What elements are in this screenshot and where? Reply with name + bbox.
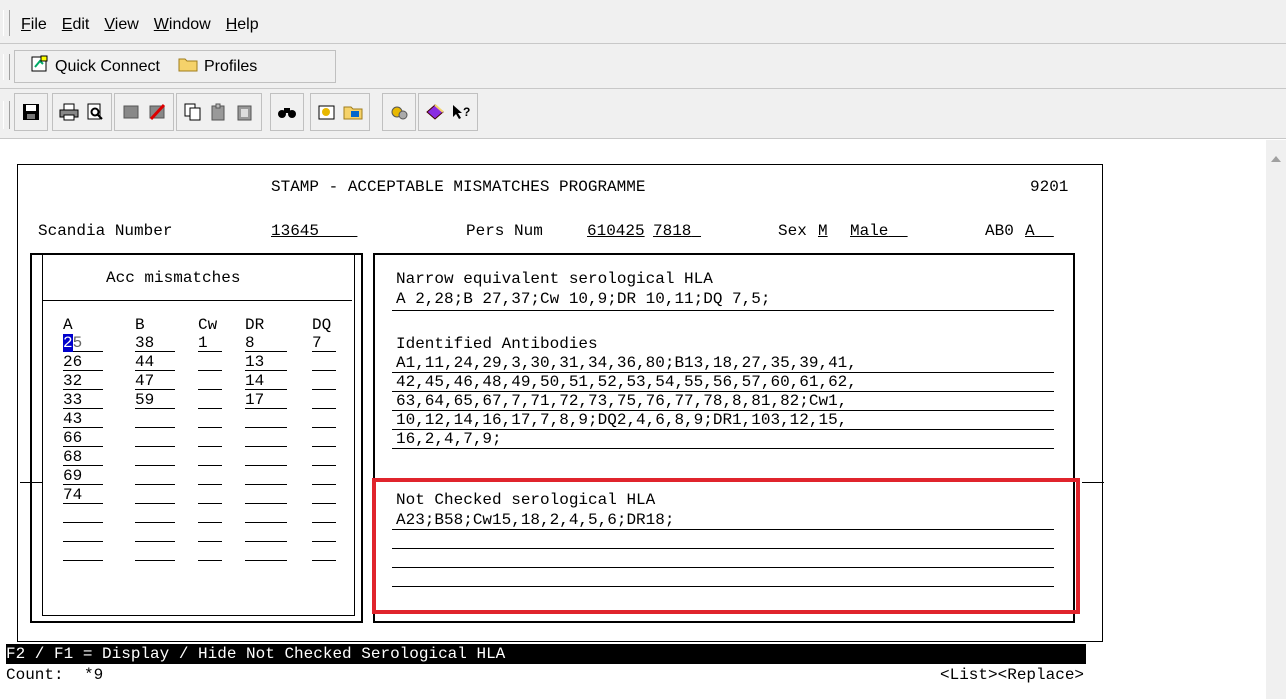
- settings-icon[interactable]: [317, 102, 337, 122]
- acc-cell[interactable]: 47: [135, 372, 154, 390]
- acc-cell[interactable]: 33: [63, 391, 82, 409]
- count-value: *9: [84, 666, 104, 684]
- acc-cell[interactable]: 74: [63, 486, 82, 504]
- menu-view[interactable]: View: [104, 16, 138, 34]
- connection-bar: Quick Connect Profiles: [0, 44, 1286, 89]
- count-label: Count:: [6, 666, 64, 684]
- not-checked-title: Not Checked serological HLA: [396, 491, 656, 509]
- toolbar-group-tools: [382, 93, 416, 131]
- quick-connect-icon: [31, 55, 49, 78]
- menu-edit[interactable]: Edit: [62, 16, 90, 34]
- sex-label: Sex: [778, 222, 807, 240]
- acc-cell[interactable]: 44: [135, 353, 154, 371]
- acc-cell[interactable]: 13: [245, 353, 264, 371]
- antibody-line[interactable]: 63,64,65,67,7,71,72,73,75,76,77,78,8,81,…: [396, 392, 847, 410]
- toolbar: ?: [0, 89, 1286, 139]
- profiles-button[interactable]: Profiles: [178, 56, 257, 77]
- print-icon[interactable]: [59, 102, 79, 122]
- paste-icon[interactable]: [209, 102, 229, 122]
- acc-cell[interactable]: 14: [245, 372, 264, 390]
- acc-header-a: A: [63, 316, 73, 334]
- scandia-number-label: Scandia Number: [38, 222, 173, 240]
- menu-help[interactable]: Help: [226, 16, 259, 34]
- acc-cell[interactable]: 7: [312, 334, 322, 352]
- status-hint: F2 / F1 = Display / Hide Not Checked Ser…: [6, 644, 1086, 664]
- menu-window[interactable]: Window: [154, 16, 211, 34]
- pers-num-field-1[interactable]: 610425: [587, 222, 645, 240]
- sex-text-field[interactable]: Male: [850, 222, 908, 240]
- context-help-icon[interactable]: ?: [451, 102, 471, 122]
- help-book-icon[interactable]: [425, 102, 445, 122]
- antibody-line[interactable]: 16,2,4,7,9;: [396, 430, 502, 448]
- acc-header-b: B: [135, 316, 145, 334]
- screen-id: 9201: [1030, 178, 1069, 196]
- list-replace-actions[interactable]: <List><Replace>: [940, 666, 1084, 684]
- toolbar-grip[interactable]: [3, 101, 10, 129]
- clipboard-icon[interactable]: [235, 102, 255, 122]
- pers-num-label: Pers Num: [466, 222, 543, 240]
- acc-cell[interactable]: 69: [63, 467, 82, 485]
- toolbar-group-connect: [114, 93, 174, 131]
- menu-bar-grip[interactable]: [3, 10, 10, 36]
- save-icon[interactable]: [21, 102, 41, 122]
- folder-icon: [178, 56, 198, 77]
- toolbar-group-clipboard: [176, 93, 262, 131]
- disconnect-all-icon[interactable]: [147, 102, 167, 122]
- antibody-line[interactable]: 42,45,46,48,49,50,51,52,53,54,55,56,57,6…: [396, 373, 857, 391]
- sex-code-field[interactable]: M: [818, 222, 828, 240]
- acc-header-dq: DQ: [312, 316, 332, 334]
- find-icon[interactable]: [277, 102, 297, 122]
- toolbar-group-file: [14, 93, 48, 131]
- acc-cell[interactable]: 32: [63, 372, 82, 390]
- acc-cell[interactable]: 38: [135, 334, 154, 352]
- acc-cell[interactable]: 8: [245, 334, 255, 352]
- abo-label: AB0: [985, 222, 1014, 240]
- connection-group: Quick Connect Profiles: [14, 50, 336, 83]
- toolbar-group-find: [270, 93, 304, 131]
- narrow-hla-value[interactable]: A 2,28;B 27,37;Cw 10,9;DR 10,11;DQ 7,5;: [396, 290, 770, 308]
- acc-cell[interactable]: 17: [245, 391, 264, 409]
- toolbar-group-help: ?: [418, 93, 478, 131]
- antibody-line[interactable]: A1,11,24,29,3,30,31,34,36,80;B13,18,27,3…: [396, 354, 857, 372]
- connection-bar-grip[interactable]: [3, 54, 10, 80]
- acc-header-dr: DR: [245, 316, 265, 334]
- quick-connect-label: Quick Connect: [55, 57, 160, 75]
- acc-header-cw: Cw: [198, 316, 218, 334]
- acc-cell[interactable]: 59: [135, 391, 154, 409]
- scroll-up-icon[interactable]: [1271, 156, 1281, 162]
- acc-mismatches-inner: [42, 254, 355, 616]
- antibodies-title: Identified Antibodies: [396, 335, 598, 353]
- vertical-scrollbar[interactable]: [1266, 140, 1286, 699]
- acc-cell[interactable]: 1: [198, 334, 208, 352]
- print-preview-icon[interactable]: [85, 102, 105, 122]
- toolbar-group-settings: [310, 93, 370, 131]
- scandia-number-field[interactable]: 13645: [271, 222, 357, 240]
- menu-file[interactable]: File: [21, 16, 47, 34]
- acc-cell[interactable]: 68: [63, 448, 82, 466]
- not-checked-line[interactable]: A23;B58;Cw15,18,2,4,5,6;DR18;: [396, 511, 674, 529]
- acc-cell[interactable]: 25: [63, 334, 82, 352]
- svg-text:?: ?: [463, 105, 470, 119]
- narrow-hla-title: Narrow equivalent serological HLA: [396, 270, 713, 288]
- page-title: STAMP - ACCEPTABLE MISMATCHES PROGRAMME: [271, 178, 646, 196]
- tools-icon[interactable]: [389, 102, 409, 122]
- abo-field[interactable]: A: [1025, 222, 1054, 240]
- menu-bar: File Edit View Window Help: [0, 0, 1286, 44]
- disconnect-icon[interactable]: [121, 102, 141, 122]
- pers-num-field-2[interactable]: 7818: [653, 222, 701, 240]
- toolbar-group-print: [52, 93, 112, 131]
- divider-right: [1082, 482, 1104, 483]
- acc-cell[interactable]: 66: [63, 429, 82, 447]
- acc-cell[interactable]: 26: [63, 353, 82, 371]
- menu-items: File Edit View Window Help: [21, 16, 274, 34]
- quick-connect-button[interactable]: Quick Connect: [31, 55, 160, 78]
- acc-cell[interactable]: 43: [63, 410, 82, 428]
- profiles-label: Profiles: [203, 57, 258, 75]
- antibody-line[interactable]: 10,12,14,16,17,7,8,9;DQ2,4,6,8,9;DR1,103…: [396, 411, 847, 429]
- acc-mismatches-title: Acc mismatches: [106, 269, 241, 287]
- terminal-screen[interactable]: STAMP - ACCEPTABLE MISMATCHES PROGRAMME …: [0, 140, 1266, 699]
- profile-icon[interactable]: [343, 102, 363, 122]
- copy-icon[interactable]: [183, 102, 203, 122]
- text-cursor: 2: [63, 334, 73, 352]
